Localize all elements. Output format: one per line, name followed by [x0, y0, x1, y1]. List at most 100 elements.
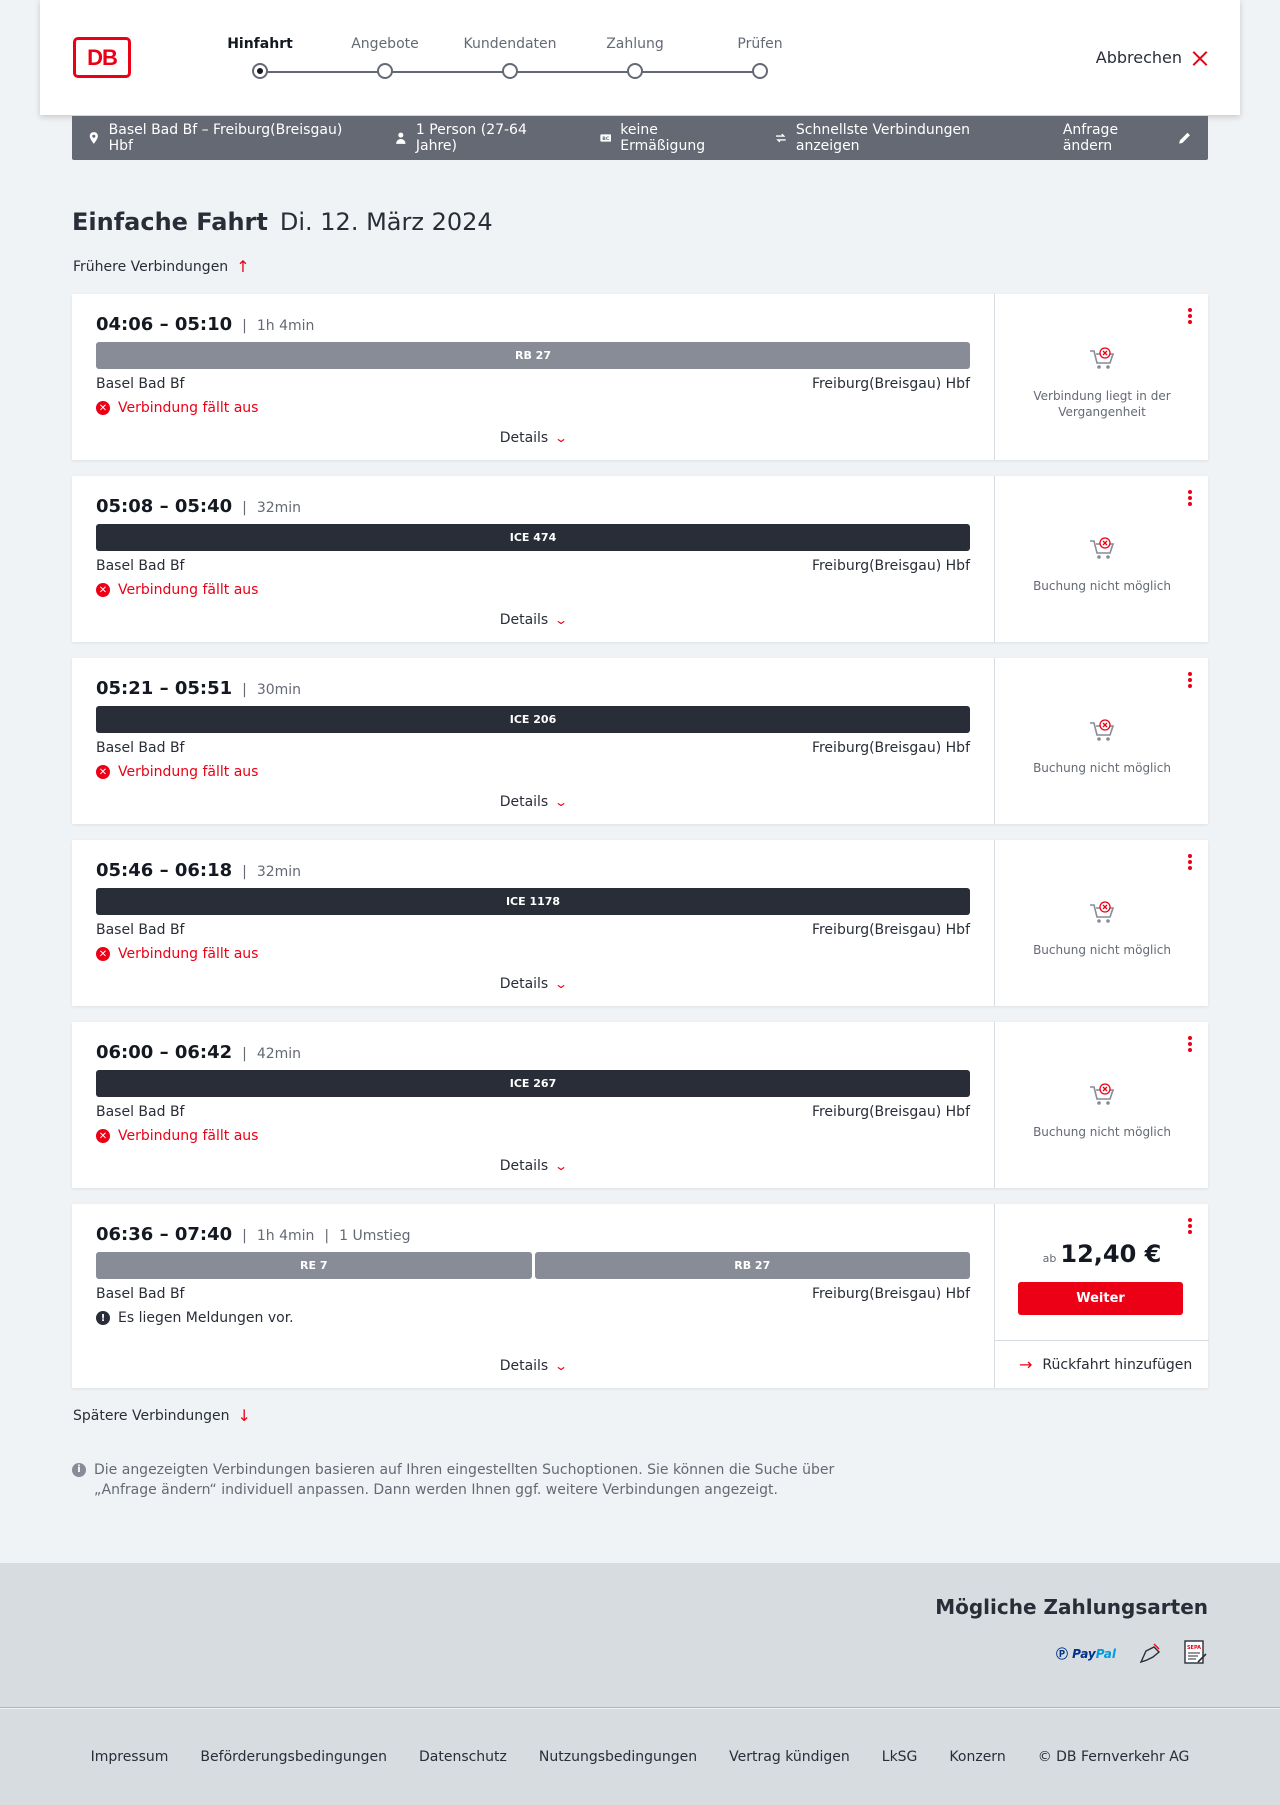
train-segment[interactable]: ICE 206 — [96, 706, 970, 733]
details-toggle[interactable]: Details ⌄ — [72, 794, 994, 810]
footer-link[interactable]: Vertrag kündigen — [729, 1749, 850, 1765]
step-label: Hinfahrt — [227, 36, 293, 52]
pencil-icon — [1179, 132, 1191, 144]
search-summary-bar: Basel Bad Bf – Freiburg(Breisgau) Hbf 1 … — [72, 116, 1208, 160]
footer-link[interactable]: Datenschutz — [419, 1749, 507, 1765]
connection-main[interactable]: 05:46 – 06:18 | 32min ICE 1178 Basel Bad Bf F… — [72, 840, 994, 1006]
svg-text:SEPA: SEPA — [1187, 1645, 1201, 1651]
progress-steps: Hinfahrt Angebote Kundendaten Zahlung Prüfen — [210, 36, 783, 86]
details-toggle[interactable]: Details ⌄ — [72, 1358, 994, 1374]
destination-station: Freiburg(Breisgau) Hbf — [811, 376, 970, 392]
destination-station: Freiburg(Breisgau) Hbf — [811, 740, 970, 756]
step-label: Angebote — [351, 36, 419, 52]
paypal-icon: Ⓟ PayPal — [1055, 1646, 1116, 1661]
cart-unavailable-icon — [1088, 900, 1116, 926]
chevron-down-icon: ⌄ — [554, 1359, 569, 1373]
train-segment[interactable]: RE 7 — [96, 1252, 532, 1279]
details-toggle[interactable]: Details ⌄ — [72, 976, 994, 992]
origin-station: Basel Bad Bf — [96, 1104, 185, 1120]
footer-link[interactable]: Impressum — [91, 1749, 169, 1765]
connection-status: ✕ Verbindung fällt aus — [96, 400, 258, 416]
connection-card: 06:00 – 06:42 | 42min ICE 267 Basel Bad Bf Fr… — [72, 1022, 1208, 1188]
connection-card: 06:36 – 07:40 | 1h 4min | 1 Umstieg RE 7 RB 27… — [72, 1204, 1209, 1388]
connection-main[interactable]: 05:08 – 05:40 | 32min ICE 474 Basel Bad Bf Fr… — [72, 476, 994, 642]
footer-link[interactable]: © DB Fernverkehr AG — [1038, 1749, 1190, 1765]
cancelled-icon: ✕ — [96, 1129, 110, 1143]
cart-unavailable-icon — [1088, 536, 1116, 562]
stations: Basel Bad Bf Freiburg(Breisgau) Hbf — [96, 1286, 970, 1302]
footer-link[interactable]: LkSG — [882, 1749, 918, 1765]
train-segment[interactable]: RB 27 — [96, 342, 970, 369]
edit-request-button[interactable]: Anfrage ändern — [1063, 122, 1192, 154]
step-5: Prüfen — [710, 36, 810, 79]
step-label: Zahlung — [606, 36, 664, 52]
more-options-icon[interactable] — [1188, 490, 1192, 506]
train-segment[interactable]: ICE 474 — [96, 524, 970, 551]
alert-icon: ! — [96, 1311, 110, 1325]
db-logo[interactable]: DB — [73, 37, 131, 78]
booking-status: Buchung nicht möglich — [1033, 943, 1171, 957]
connection-card: 05:08 – 05:40 | 32min ICE 474 Basel Bad Bf Fr… — [72, 476, 1208, 642]
chevron-down-icon: ⌄ — [554, 1159, 569, 1173]
header: DB Hinfahrt Angebote Kundendaten Zahlung Prü… — [40, 0, 1240, 115]
more-options-icon[interactable] — [1188, 672, 1192, 688]
connection-status: ✕ Verbindung fällt aus — [96, 946, 258, 962]
more-options-icon[interactable] — [1188, 1036, 1192, 1052]
price: ab 12,40 € — [1042, 1240, 1162, 1268]
details-toggle[interactable]: Details ⌄ — [72, 612, 994, 628]
stations: Basel Bad Bf Freiburg(Breisgau) Hbf — [96, 740, 970, 756]
cart-unavailable-icon — [1088, 718, 1116, 744]
earlier-connections-link[interactable]: Frühere Verbindungen ↑ — [73, 257, 250, 276]
connection-main[interactable]: 05:21 – 05:51 | 30min ICE 206 Basel Bad Bf Fr… — [72, 658, 994, 824]
step-2: Angebote — [335, 36, 435, 79]
more-options-icon[interactable] — [1188, 308, 1192, 324]
later-connections-link[interactable]: Spätere Verbindungen ↓ — [73, 1406, 251, 1425]
arrow-up-icon: ↑ — [236, 257, 250, 276]
connection-card: 05:21 – 05:51 | 30min ICE 206 Basel Bad Bf Fr… — [72, 658, 1208, 824]
cancel-label: Abbrechen — [1095, 48, 1182, 67]
payment-title: Mögliche Zahlungsarten — [935, 1595, 1208, 1619]
info-notice: i Die angezeigten Verbindungen basieren … — [72, 1460, 852, 1500]
footer-link[interactable]: Beförderungsbedingungen — [200, 1749, 387, 1765]
booking-status: Buchung nicht möglich — [1033, 579, 1171, 593]
add-return-trip-button[interactable]: → Rückfahrt hinzufügen — [995, 1340, 1209, 1388]
more-options-icon[interactable] — [1188, 1218, 1192, 1234]
details-toggle[interactable]: Details ⌄ — [72, 1158, 994, 1174]
page-title: Einfache Fahrt Di. 12. März 2024 — [72, 208, 493, 236]
connection-main[interactable]: 04:06 – 05:10 | 1h 4min RB 27 Basel Bad Bf Fr… — [72, 294, 994, 460]
footer-link[interactable]: Konzern — [949, 1749, 1005, 1765]
details-toggle[interactable]: Details ⌄ — [72, 430, 994, 446]
chevron-down-icon: ⌄ — [554, 795, 569, 809]
train-bar: RE 7 RB 27 — [96, 1252, 970, 1279]
train-bar: ICE 1178 — [96, 888, 970, 915]
connection-status: ✕ Verbindung fällt aus — [96, 1128, 258, 1144]
fastest-item: Schnellste Verbindungen anzeigen — [775, 122, 1031, 154]
continue-button[interactable]: Weiter — [1018, 1282, 1183, 1315]
booking-panel: ab 12,40 € Weiter → Rückfahrt hinzufügen — [994, 1204, 1209, 1388]
cancel-button[interactable]: Abbrechen — [1096, 48, 1208, 67]
footer-link[interactable]: Nutzungsbedingungen — [539, 1749, 697, 1765]
info-icon: i — [72, 1463, 86, 1477]
connection-main[interactable]: 06:00 – 06:42 | 42min ICE 267 Basel Bad Bf Fr… — [72, 1022, 994, 1188]
duration: 42min — [256, 1046, 302, 1062]
svg-text:BC: BC — [602, 136, 610, 142]
booking-panel: Buchung nicht möglich — [994, 658, 1208, 824]
arrow-right-icon: → — [1019, 1355, 1033, 1374]
train-segment[interactable]: ICE 1178 — [96, 888, 970, 915]
travellers-item: 1 Person (27-64 Jahre) — [395, 122, 567, 154]
duration: 32min — [256, 864, 302, 880]
connection-main[interactable]: 06:36 – 07:40 | 1h 4min | 1 Umstieg RE 7 RB 27… — [72, 1204, 994, 1388]
origin-station: Basel Bad Bf — [96, 558, 185, 574]
origin-station: Basel Bad Bf — [96, 740, 185, 756]
booking-panel: Buchung nicht möglich — [994, 840, 1208, 1006]
stations: Basel Bad Bf Freiburg(Breisgau) Hbf — [96, 376, 970, 392]
cart-unavailable-icon — [1088, 346, 1116, 372]
arrow-down-icon: ↓ — [237, 1406, 251, 1425]
travel-date: Di. 12. März 2024 — [279, 208, 493, 236]
train-segment[interactable]: ICE 267 — [96, 1070, 970, 1097]
stations: Basel Bad Bf Freiburg(Breisgau) Hbf — [96, 558, 970, 574]
cancelled-icon: ✕ — [96, 401, 110, 415]
destination-station: Freiburg(Breisgau) Hbf — [811, 558, 970, 574]
train-segment[interactable]: RB 27 — [534, 1252, 970, 1279]
more-options-icon[interactable] — [1188, 854, 1192, 870]
